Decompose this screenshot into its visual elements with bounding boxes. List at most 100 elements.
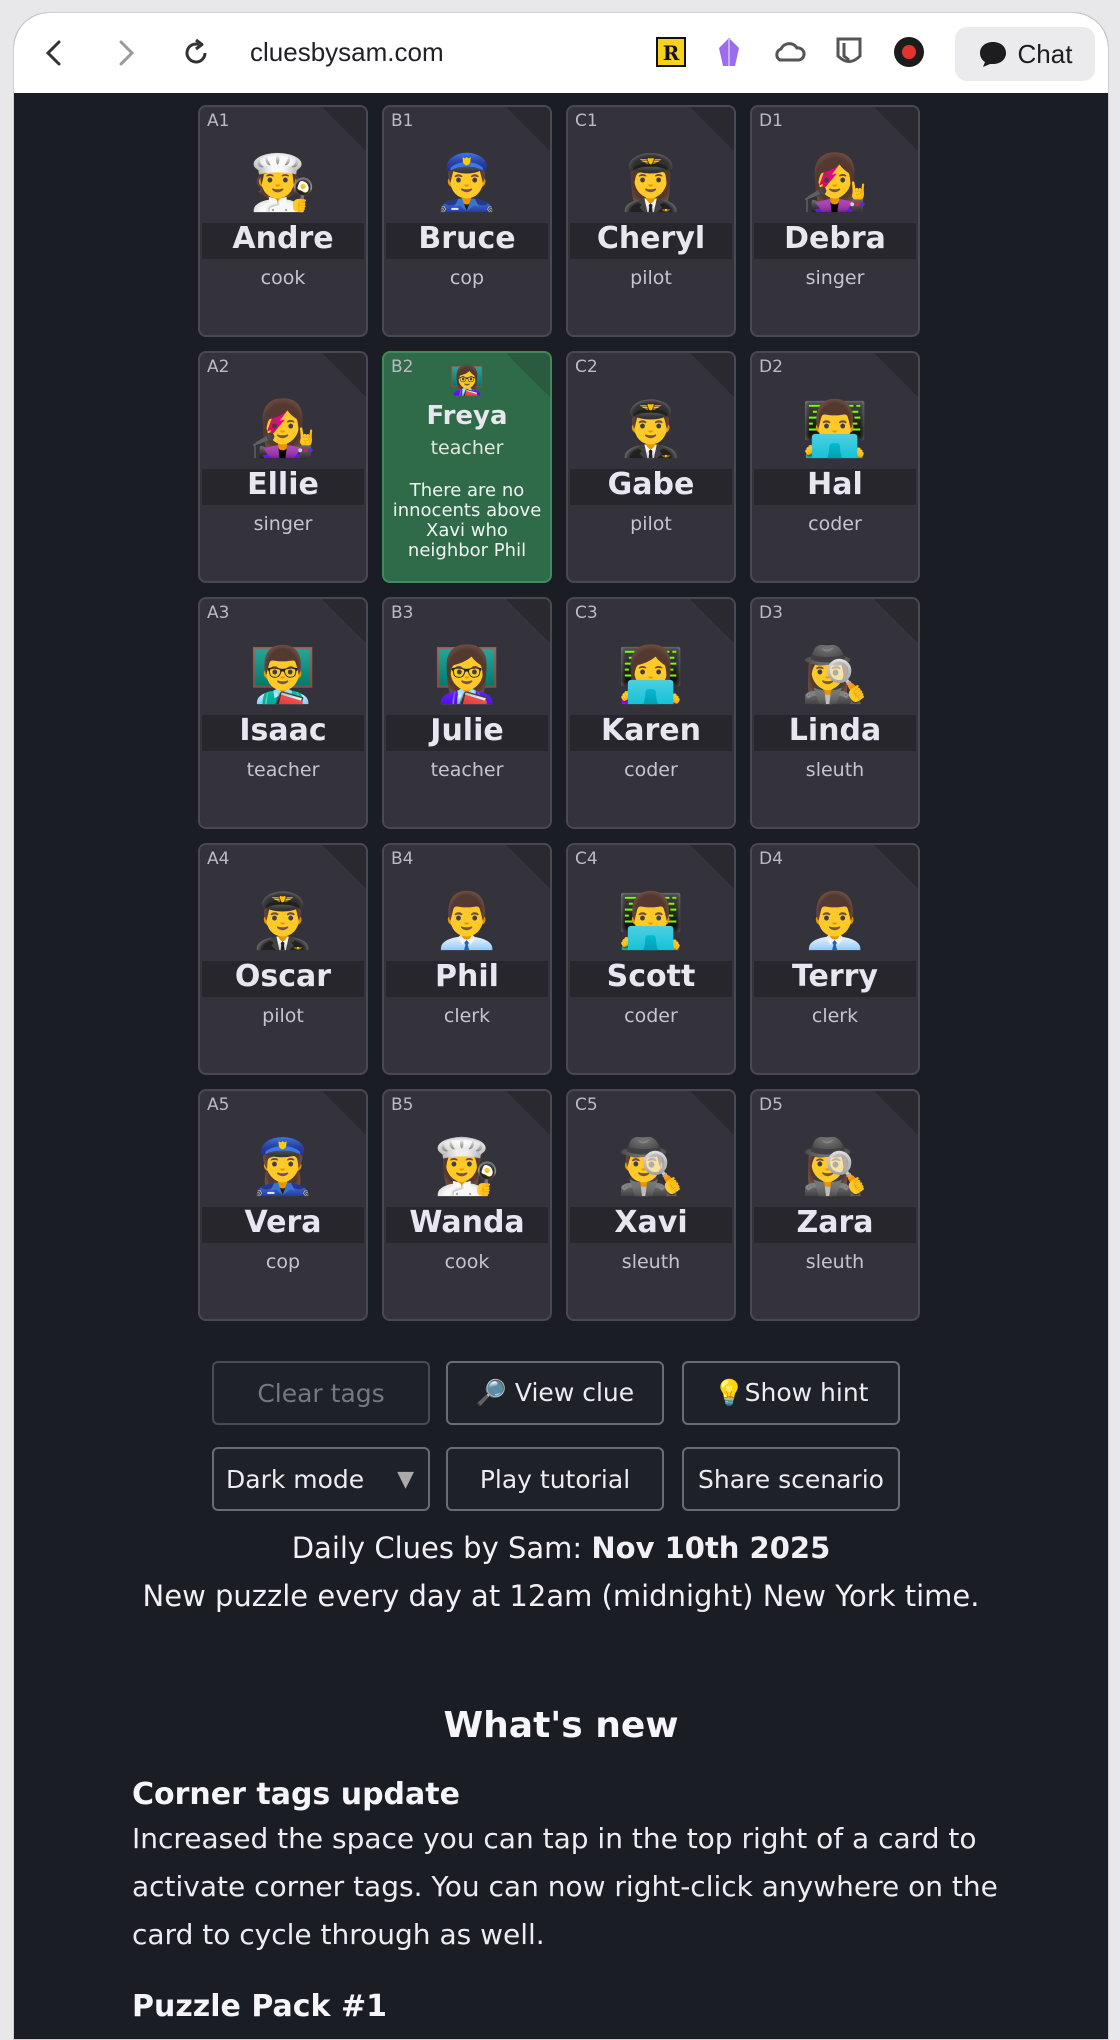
suspect-card[interactable]: D2 👨‍💻 Hal coder	[750, 351, 920, 583]
corner-tag-area[interactable]	[322, 1091, 366, 1135]
suspect-card[interactable]: C1 👩‍✈️ Cheryl pilot	[566, 105, 736, 337]
card-coordinate: C2	[575, 357, 598, 377]
corner-tag-area[interactable]	[874, 107, 918, 151]
suspect-card[interactable]: A5 👮‍♀️ Vera cop	[198, 1089, 368, 1321]
corner-tag-area[interactable]	[322, 599, 366, 643]
suspect-profession: cop	[265, 1251, 301, 1273]
clear-tags-button[interactable]: Clear tags	[212, 1361, 430, 1425]
suspect-card[interactable]: D4 👨‍💼 Terry clerk	[750, 843, 920, 1075]
avatar-icon: 👩‍💻	[617, 643, 685, 706]
suspect-profession: singer	[805, 267, 865, 289]
corner-tag-area[interactable]	[690, 353, 734, 397]
suspect-card[interactable]: A2 👩‍🎤 Ellie singer	[198, 351, 368, 583]
suspect-card[interactable]: B4 👨‍💼 Phil clerk	[382, 843, 552, 1075]
suspect-profession: teacher	[430, 437, 504, 459]
suspect-card[interactable]: D5 🕵️‍♀️ Zara sleuth	[750, 1089, 920, 1321]
suspect-profession: coder	[624, 1005, 678, 1027]
avatar-icon: 🕵️‍♀️	[801, 1135, 869, 1198]
avatar-icon: 👨‍✈️	[617, 397, 685, 460]
suspect-card[interactable]: D3 🕵️‍♀️ Linda sleuth	[750, 597, 920, 829]
suspect-name: Cheryl	[596, 221, 706, 256]
avatar-icon: 🕵️‍♂️	[617, 1135, 685, 1198]
avatar-icon: 👩‍🏫	[433, 643, 501, 706]
suspect-card[interactable]: D1 👩‍🎤 Debra singer	[750, 105, 920, 337]
suspect-name: Andre	[232, 221, 334, 256]
suspect-name: Xavi	[614, 1205, 688, 1240]
play-tutorial-button[interactable]: Play tutorial	[446, 1447, 664, 1511]
suspect-profession: sleuth	[805, 759, 865, 781]
theme-select[interactable]: Dark mode ▼	[212, 1447, 430, 1511]
crystal-icon[interactable]	[712, 35, 746, 69]
suspect-card[interactable]: A4 👨‍✈️ Oscar pilot	[198, 843, 368, 1075]
card-coordinate: C5	[575, 1095, 598, 1115]
corner-tag-area[interactable]	[690, 107, 734, 151]
suspect-name: Karen	[601, 713, 701, 748]
suspect-card[interactable]: C5 🕵️‍♂️ Xavi sleuth	[566, 1089, 736, 1321]
suspect-profession: singer	[253, 513, 313, 535]
suspect-card[interactable]: B3 👩‍🏫 Julie teacher	[382, 597, 552, 829]
corner-tag-area[interactable]	[690, 1091, 734, 1135]
cloud-icon[interactable]	[772, 35, 806, 69]
corner-tag-area[interactable]	[690, 845, 734, 889]
corner-tag-area[interactable]	[322, 845, 366, 889]
url-field[interactable]: cluesbysam.com	[250, 37, 444, 68]
corner-tag-area[interactable]	[874, 1091, 918, 1135]
suspect-name: Scott	[606, 959, 696, 994]
corner-tag-area[interactable]	[506, 599, 550, 643]
share-scenario-button[interactable]: Share scenario	[682, 1447, 900, 1511]
corner-tag-area[interactable]	[874, 845, 918, 889]
avatar-icon: 👮‍♀️	[249, 1135, 317, 1198]
card-coordinate: D3	[759, 603, 783, 623]
browser-toolbar: cluesbysam.com R Chat	[14, 13, 1108, 94]
reload-icon[interactable]	[178, 35, 214, 71]
avatar-icon: 🕵️‍♀️	[801, 643, 869, 706]
daily-prefix: Daily Clues by Sam:	[291, 1531, 592, 1565]
show-hint-button[interactable]: 💡Show hint	[682, 1361, 900, 1425]
daily-title: Daily Clues by Sam: Nov 10th 2025	[14, 1531, 1108, 1565]
corner-tag-area[interactable]	[506, 107, 550, 151]
corner-tag-area[interactable]	[506, 1091, 550, 1135]
corner-tag-area[interactable]	[874, 599, 918, 643]
avatar-icon: 👨‍🏫	[249, 643, 317, 706]
suspect-card[interactable]: B1 👮‍♂️ Bruce cop	[382, 105, 552, 337]
browser-window: cluesbysam.com R Chat A1 🧑‍🍳 Andre cook B1 👮‍…	[13, 12, 1109, 2040]
suspect-name: Zara	[796, 1205, 874, 1240]
card-coordinate: A3	[207, 603, 230, 623]
card-clue: There are no innocents above Xavi who ne…	[392, 480, 542, 561]
r-badge-icon[interactable]: R	[654, 35, 688, 69]
chat-button[interactable]: Chat	[955, 27, 1095, 81]
back-icon[interactable]	[36, 35, 72, 71]
card-coordinate: B5	[391, 1095, 414, 1115]
suspect-profession: teacher	[246, 759, 320, 781]
news-item-title: Puzzle Pack #1	[132, 1989, 387, 2024]
svg-text:R: R	[663, 41, 680, 65]
corner-tag-area[interactable]	[322, 107, 366, 151]
suspect-card[interactable]: C2 👨‍✈️ Gabe pilot	[566, 351, 736, 583]
suspect-profession: clerk	[811, 1005, 859, 1027]
corner-tag-area[interactable]	[322, 353, 366, 397]
card-coordinate: A1	[207, 111, 230, 131]
record-icon[interactable]	[892, 35, 926, 69]
suspect-card[interactable]: B5 👩‍🍳 Wanda cook	[382, 1089, 552, 1321]
corner-tag-area[interactable]	[874, 353, 918, 397]
shield-icon[interactable]	[832, 35, 866, 69]
suspect-profession: cook	[260, 267, 306, 289]
card-coordinate: C1	[575, 111, 598, 131]
suspect-card[interactable]: C4 👨‍💻 Scott coder	[566, 843, 736, 1075]
card-coordinate: A4	[207, 849, 230, 869]
chat-label: Chat	[1017, 38, 1073, 69]
suspect-card[interactable]: A3 👨‍🏫 Isaac teacher	[198, 597, 368, 829]
card-coordinate: B4	[391, 849, 414, 869]
suspect-card[interactable]: B2 👩‍🏫 Freya teacher There are no innocents …	[382, 351, 552, 583]
theme-select-value: Dark mode	[226, 1464, 365, 1494]
suspect-card[interactable]: A1 🧑‍🍳 Andre cook	[198, 105, 368, 337]
view-clue-button[interactable]: 🔎 View clue	[446, 1361, 664, 1425]
suspect-name: Vera	[244, 1205, 322, 1240]
corner-tag-area[interactable]	[506, 845, 550, 889]
suspect-profession: pilot	[630, 267, 672, 289]
card-coordinate: D2	[759, 357, 783, 377]
forward-icon[interactable]	[108, 35, 144, 71]
suspect-name: Wanda	[409, 1205, 525, 1240]
suspect-card[interactable]: C3 👩‍💻 Karen coder	[566, 597, 736, 829]
corner-tag-area[interactable]	[690, 599, 734, 643]
